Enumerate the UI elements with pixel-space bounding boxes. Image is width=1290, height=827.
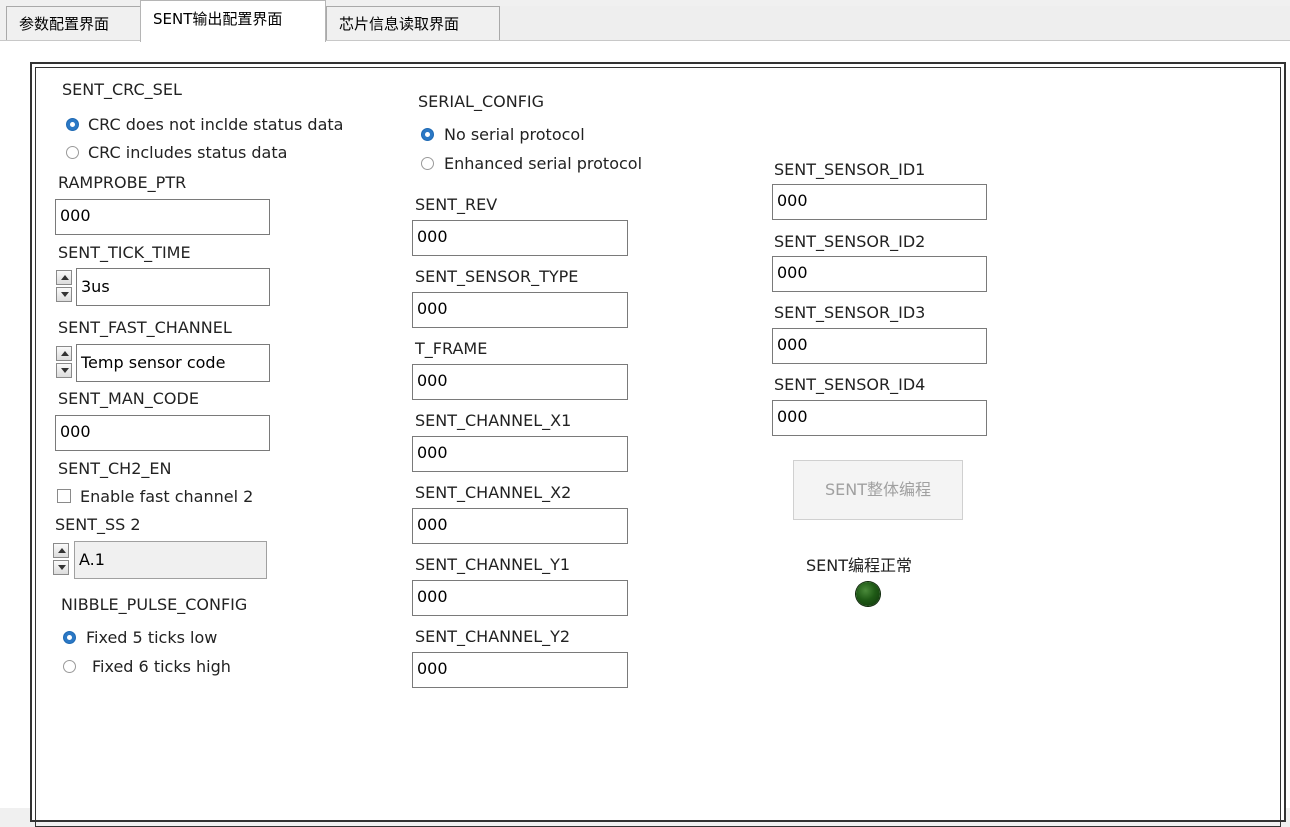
channel-y1-input[interactable]: 000 <box>412 580 628 616</box>
ss2-label: SENT_SS 2 <box>55 515 141 534</box>
tab-param-config[interactable]: 参数配置界面 <box>6 6 141 40</box>
nibble-5-ticks-radio[interactable] <box>63 631 76 644</box>
ss2-up-button[interactable] <box>53 543 69 558</box>
tab-label: 芯片信息读取界面 <box>339 15 460 33</box>
channel-y2-input[interactable]: 000 <box>412 652 628 688</box>
tab-strip: 参数配置界面 SENT输出配置界面 芯片信息读取界面 <box>0 0 1290 42</box>
enhanced-serial-protocol-label: Enhanced serial protocol <box>444 154 643 173</box>
tab-sent-output-config[interactable]: SENT输出配置界面 <box>140 0 326 42</box>
sent-rev-label: SENT_REV <box>415 195 498 214</box>
sensor-id4-label: SENT_SENSOR_ID4 <box>774 375 926 394</box>
tab-chip-info-read[interactable]: 芯片信息读取界面 <box>326 6 500 40</box>
fast-channel-up-button[interactable] <box>56 346 72 361</box>
no-serial-protocol-radio[interactable] <box>421 128 434 141</box>
channel-x1-input[interactable]: 000 <box>412 436 628 472</box>
fast-channel-2-checkbox-label: Enable fast channel 2 <box>80 487 254 506</box>
sensor-id1-input[interactable]: 000 <box>772 184 987 220</box>
tick-time-input[interactable]: 3us <box>76 268 270 306</box>
no-serial-protocol-label: No serial protocol <box>444 125 585 144</box>
sensor-type-label: SENT_SENSOR_TYPE <box>415 267 579 286</box>
ss2-down-button[interactable] <box>53 560 69 575</box>
fast-channel-2-checkbox[interactable] <box>57 489 71 503</box>
sent-program-button[interactable]: SENT整体编程 <box>793 460 963 520</box>
nibble-5-ticks-label: Fixed 5 ticks low <box>86 628 218 647</box>
sensor-id1-label: SENT_SENSOR_ID1 <box>774 160 926 179</box>
fast-channel-label: SENT_FAST_CHANNEL <box>58 318 232 337</box>
fast-channel-input[interactable]: Temp sensor code <box>76 344 270 382</box>
fast-channel-stepper <box>56 344 74 380</box>
tab-label: SENT输出配置界面 <box>153 10 283 28</box>
nibble-pulse-config-label: NIBBLE_PULSE_CONFIG <box>61 595 248 614</box>
tick-time-stepper <box>56 268 74 304</box>
channel-x2-input[interactable]: 000 <box>412 508 628 544</box>
crc-no-status-radio[interactable] <box>66 118 79 131</box>
tab-strip-filler <box>500 6 1290 41</box>
ss2-stepper <box>53 541 71 577</box>
sensor-id2-label: SENT_SENSOR_ID2 <box>774 232 926 251</box>
fast-channel-down-button[interactable] <box>56 363 72 378</box>
crc-with-status-label: CRC includes status data <box>88 143 288 162</box>
crc-no-status-label: CRC does not inclde status data <box>88 115 344 134</box>
sensor-type-input[interactable]: 000 <box>412 292 628 328</box>
tick-time-up-button[interactable] <box>56 270 72 285</box>
status-led-indicator <box>856 582 880 606</box>
tick-time-label: SENT_TICK_TIME <box>58 243 191 262</box>
serial-config-label: SERIAL_CONFIG <box>418 92 545 111</box>
channel-x1-label: SENT_CHANNEL_X1 <box>415 411 572 430</box>
t-frame-input[interactable]: 000 <box>412 364 628 400</box>
channel-x2-label: SENT_CHANNEL_X2 <box>415 483 572 502</box>
man-code-input[interactable]: 000 <box>55 415 270 451</box>
channel-y1-label: SENT_CHANNEL_Y1 <box>415 555 571 574</box>
enhanced-serial-protocol-radio[interactable] <box>421 157 434 170</box>
sensor-id4-input[interactable]: 000 <box>772 400 987 436</box>
sensor-id3-label: SENT_SENSOR_ID3 <box>774 303 926 322</box>
ramprobe-ptr-input[interactable]: 000 <box>55 199 270 235</box>
crc-sel-label: SENT_CRC_SEL <box>62 80 182 99</box>
tick-time-down-button[interactable] <box>56 287 72 302</box>
ss2-input[interactable]: A.1 <box>74 541 267 579</box>
man-code-label: SENT_MAN_CODE <box>58 389 199 408</box>
programming-status-label: SENT编程正常 <box>806 556 913 575</box>
sensor-id2-input[interactable]: 000 <box>772 256 987 292</box>
ch2-en-label: SENT_CH2_EN <box>58 459 172 478</box>
ramprobe-ptr-label: RAMPROBE_PTR <box>58 173 187 192</box>
crc-with-status-radio[interactable] <box>66 146 79 159</box>
channel-y2-label: SENT_CHANNEL_Y2 <box>415 627 571 646</box>
sensor-id3-input[interactable]: 000 <box>772 328 987 364</box>
t-frame-label: T_FRAME <box>415 339 488 358</box>
tab-label: 参数配置界面 <box>19 15 110 33</box>
sent-rev-input[interactable]: 000 <box>412 220 628 256</box>
nibble-6-ticks-label: Fixed 6 ticks high <box>92 657 231 676</box>
nibble-6-ticks-radio[interactable] <box>63 660 76 673</box>
